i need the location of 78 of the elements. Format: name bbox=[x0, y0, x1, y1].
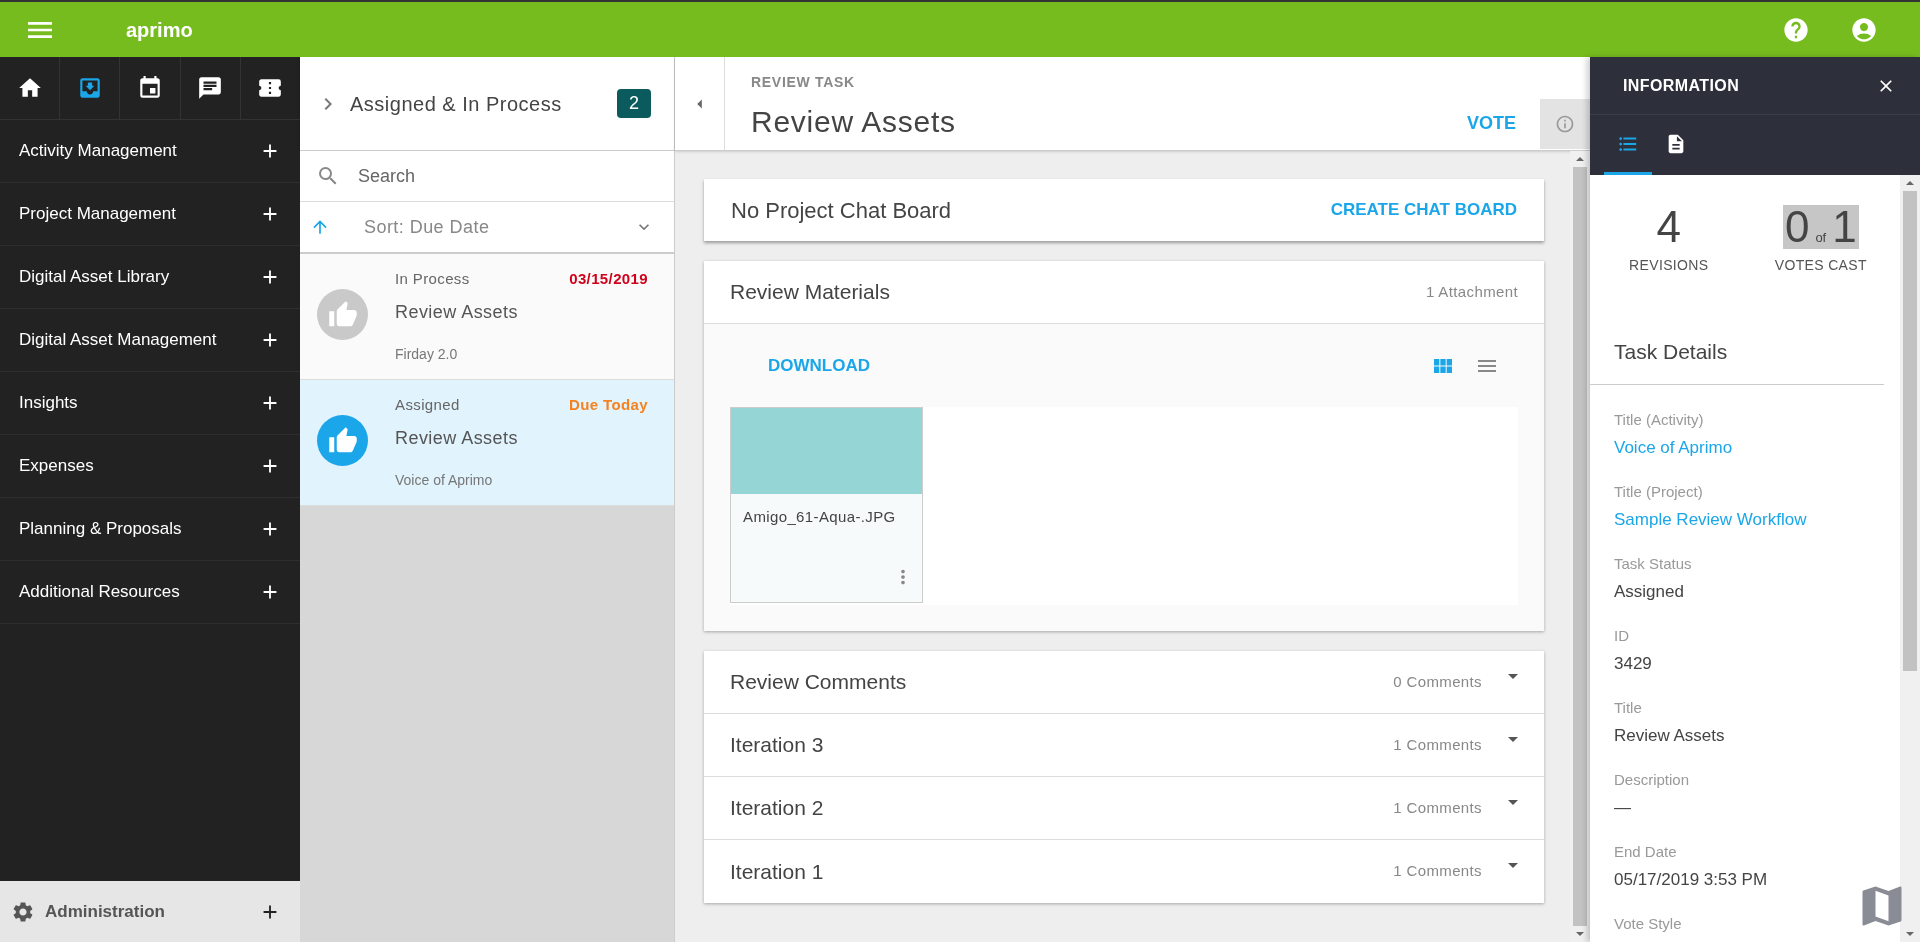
scroll-up-icon[interactable] bbox=[1576, 157, 1584, 161]
count-badge: 2 bbox=[617, 89, 651, 118]
task-heading: Review Assets bbox=[751, 104, 957, 140]
thumbs-up-icon bbox=[317, 415, 368, 466]
task-subtitle: Voice of Aprimo bbox=[395, 470, 494, 490]
menu-label: Insights bbox=[19, 392, 78, 415]
thumbs-up-icon bbox=[317, 289, 368, 340]
menu-label: Digital Asset Library bbox=[19, 266, 170, 289]
scrollbar[interactable] bbox=[1900, 175, 1920, 942]
gear-icon bbox=[11, 899, 35, 924]
logo: aprimo bbox=[126, 17, 193, 43]
menu-label: Expenses bbox=[19, 455, 94, 478]
menu-label: Additional Resources bbox=[19, 581, 180, 604]
field-label: Title (Project) bbox=[1614, 481, 1704, 502]
stat-label: VOTES CAST bbox=[1774, 256, 1867, 275]
dropdown-arrow-icon bbox=[1508, 799, 1518, 805]
menu-label: Planning & Proposals bbox=[19, 518, 182, 541]
info-icon bbox=[1555, 114, 1575, 134]
field-label: End Date bbox=[1614, 841, 1678, 862]
dropdown-arrow-icon bbox=[1508, 736, 1518, 742]
stat-label: REVISIONS bbox=[1629, 256, 1709, 275]
sort-dropdown[interactable]: Sort: Due Date bbox=[300, 202, 674, 254]
dropdown-arrow-icon bbox=[1508, 673, 1518, 679]
file-card[interactable]: Amigo_61-Aqua-.JPG bbox=[730, 407, 923, 603]
comment-count: 1 Comments bbox=[1393, 861, 1482, 882]
section-title: Iteration 1 bbox=[730, 858, 825, 885]
revisions-count: 4 bbox=[1656, 205, 1682, 249]
card-title: Review Materials bbox=[730, 279, 890, 306]
task-status: Assigned bbox=[395, 395, 460, 415]
task-title: Review Assets bbox=[395, 426, 519, 450]
calendar-icon bbox=[137, 75, 163, 101]
field-value: 05/17/2019 3:53 PM bbox=[1614, 869, 1769, 891]
field-label: Vote Style bbox=[1614, 913, 1683, 934]
menu-label: Project Management bbox=[19, 203, 176, 226]
due-date: 03/15/2019 bbox=[569, 269, 648, 289]
task-title: Review Assets bbox=[395, 300, 519, 324]
task-subtitle: Firday 2.0 bbox=[395, 344, 459, 364]
search-field[interactable]: Search bbox=[300, 151, 674, 202]
field-label: Title bbox=[1614, 697, 1643, 718]
comment-section-header[interactable]: Iteration 3 1 Comments bbox=[704, 714, 1544, 777]
panel-title: INFORMATION bbox=[1623, 75, 1740, 96]
field-label: Description bbox=[1614, 769, 1691, 790]
comment-section-header[interactable]: Iteration 2 1 Comments bbox=[704, 777, 1544, 840]
task-item[interactable]: Assigned Due Today Review Assets Voice of Aprimo bbox=[300, 380, 674, 506]
scroll-up-icon[interactable] bbox=[1906, 181, 1914, 185]
field-value: 3429 bbox=[1614, 653, 1653, 675]
field-label: ID bbox=[1614, 625, 1630, 646]
menu-label: Digital Asset Management bbox=[19, 329, 217, 352]
task-eyebrow: REVIEW TASK bbox=[751, 73, 856, 92]
field-value: Assigned bbox=[1614, 581, 1685, 603]
scroll-down-icon[interactable] bbox=[1576, 932, 1584, 936]
file-name: Amigo_61-Aqua-.JPG bbox=[743, 507, 897, 527]
panel-title: Assigned & In Process bbox=[350, 91, 563, 117]
dropdown-arrow-icon bbox=[1508, 863, 1518, 868]
field-label: Title (Activity) bbox=[1614, 409, 1705, 430]
comment-section-header[interactable]: Review Comments 0 Comments bbox=[704, 651, 1544, 714]
comment-count: 0 Comments bbox=[1393, 671, 1482, 692]
votes-count: 0 of 1 bbox=[1782, 205, 1859, 249]
field-value: — bbox=[1614, 797, 1632, 819]
task-status: In Process bbox=[395, 269, 470, 289]
comment-section-header[interactable]: Iteration 1 1 Comments bbox=[704, 840, 1544, 903]
task-item[interactable]: In Process 03/15/2019 Review Assets Firday 2.0 bbox=[300, 254, 674, 380]
comment-count: 1 Comments bbox=[1393, 797, 1482, 818]
admin-menu-item[interactable]: Administration bbox=[0, 881, 300, 942]
menu-label: Administration bbox=[45, 900, 165, 923]
section-title: Iteration 3 bbox=[730, 732, 825, 759]
section-title: Iteration 2 bbox=[730, 795, 825, 822]
section-title: Task Details bbox=[1614, 340, 1728, 363]
card-title: No Project Chat Board bbox=[731, 196, 952, 225]
menu-label: Activity Management bbox=[19, 140, 177, 163]
comment-count: 1 Comments bbox=[1393, 734, 1482, 755]
attachment-count: 1 Attachment bbox=[1425, 281, 1518, 302]
section-title: Review Comments bbox=[730, 669, 908, 696]
due-date: Due Today bbox=[569, 395, 648, 415]
field-value: Review Assets bbox=[1614, 725, 1726, 747]
field-label: Task Status bbox=[1614, 553, 1693, 574]
chat-icon bbox=[197, 75, 224, 101]
scroll-down-icon[interactable] bbox=[1906, 932, 1914, 936]
